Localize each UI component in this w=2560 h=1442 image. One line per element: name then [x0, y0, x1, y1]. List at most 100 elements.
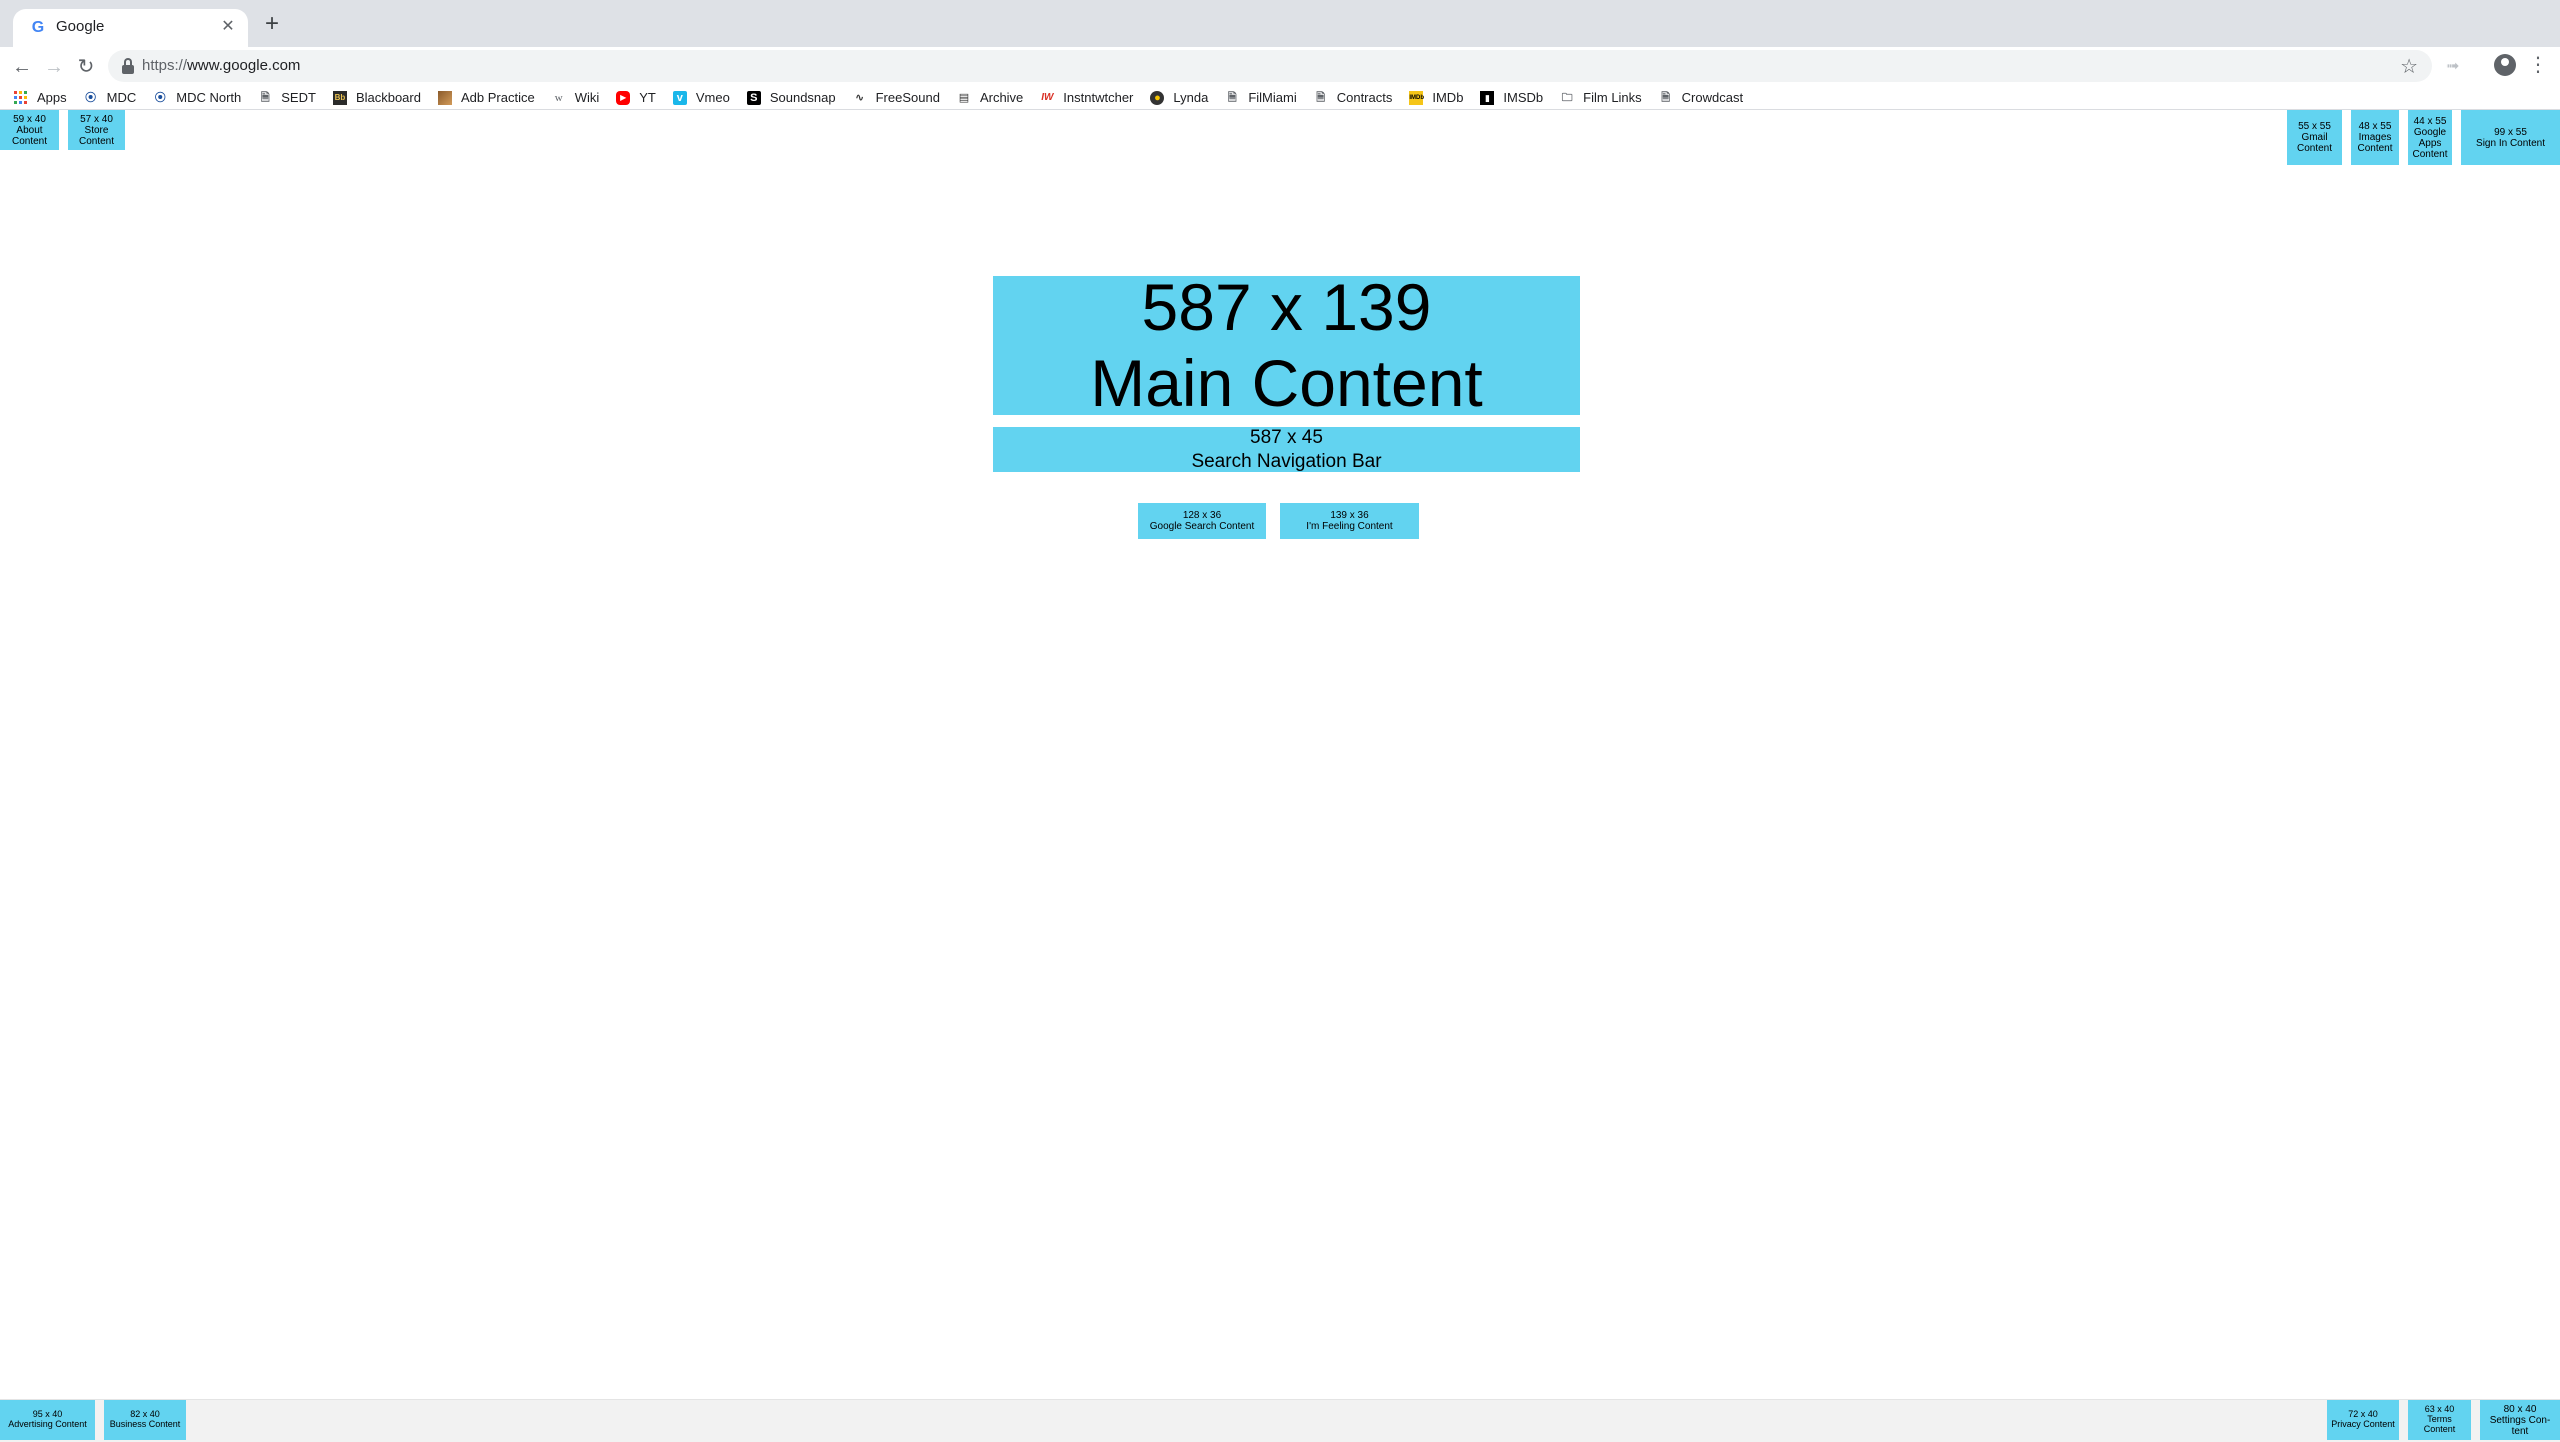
- search-bar-placeholder[interactable]: 587 x 45 Search Navigation Bar: [993, 427, 1580, 472]
- bookmark-label: FilMiami: [1248, 90, 1297, 105]
- placeholder-dims: 139 x 36: [1330, 510, 1369, 521]
- bookmark-label: Adb Practice: [460, 90, 535, 105]
- browser-tab[interactable]: G Google ✕: [13, 9, 248, 47]
- reload-icon[interactable]: ↻: [72, 53, 100, 81]
- mdc-icon: ⦿: [154, 91, 166, 104]
- mdc-icon: ⦿: [85, 91, 97, 104]
- imdb-icon: IMDb: [1409, 90, 1424, 105]
- back-arrow-icon[interactable]: ←: [8, 53, 36, 81]
- tab-title: Google: [56, 18, 105, 35]
- bookmark-lynda[interactable]: ● Lynda: [1150, 87, 1208, 109]
- page-icon: 🗎: [260, 91, 270, 104]
- bookmark-contracts[interactable]: 🗎 Contracts: [1314, 87, 1393, 109]
- placeholder-label: Privacy Content: [2331, 1419, 2395, 1429]
- placeholder-label: Main Content: [1090, 345, 1483, 416]
- address-bar[interactable]: https://www.google.com ☆: [108, 50, 2432, 82]
- placeholder-dims: 48 x 55: [2358, 121, 2392, 132]
- gmail-link-placeholder[interactable]: 55 x 55 Gmail Content: [2287, 110, 2342, 165]
- placeholder-label: Google: [2413, 126, 2447, 138]
- placeholder-label: Store: [84, 124, 109, 136]
- store-link-placeholder[interactable]: 57 x 40 Store Content: [68, 110, 125, 150]
- bookmark-label: MDC: [106, 90, 137, 105]
- placeholder-label: tent: [2511, 1425, 2529, 1437]
- bookmark-label: IMDb: [1432, 90, 1464, 105]
- placeholder-label: Advertising Content: [8, 1419, 87, 1429]
- bookmark-label: Lynda: [1173, 90, 1209, 105]
- bookmark-crowdcast[interactable]: 🗎 Crowdcast: [1659, 87, 1743, 109]
- placeholder-dims: 44 x 55: [2413, 115, 2447, 127]
- url-text[interactable]: https://www.google.com: [142, 57, 300, 74]
- blackboard-icon: Bb: [332, 90, 347, 105]
- bookmark-adb-practice[interactable]: Adb Practice: [437, 87, 535, 109]
- extension-icon[interactable]: ➟: [2446, 56, 2459, 76]
- bookmark-vmeo[interactable]: v Vmeo: [672, 87, 730, 109]
- soundsnap-icon: S: [746, 90, 761, 105]
- forward-arrow-icon[interactable]: →: [40, 53, 68, 81]
- placeholder-label: Content: [2296, 143, 2333, 154]
- bookmark-label: Soundsnap: [769, 90, 836, 105]
- bookmark-mdc-north[interactable]: ⦿ MDC North: [153, 87, 242, 109]
- bookmark-imdb[interactable]: IMDb IMDb: [1409, 87, 1463, 109]
- placeholder-dims: 587 x 45: [1250, 427, 1323, 448]
- bookmark-film-links[interactable]: 🗀 Film Links: [1560, 87, 1642, 109]
- more-menu-icon[interactable]: ⋮: [2528, 53, 2548, 77]
- bookmark-label: FreeSound: [875, 90, 940, 105]
- close-tab-icon[interactable]: ✕: [218, 17, 238, 37]
- about-link-placeholder[interactable]: 59 x 40 About Content: [0, 110, 59, 150]
- placeholder-dims: 80 x 40: [2503, 1403, 2537, 1415]
- bookmark-freesound[interactable]: ∿ FreeSound: [853, 87, 940, 109]
- bookmark-apps[interactable]: Apps: [14, 87, 67, 109]
- bookmarks-bar: Apps ⦿ MDC ⦿ MDC North 🗎 SEDT Bb Blackbo…: [0, 86, 2560, 110]
- profile-avatar-icon[interactable]: [2494, 54, 2516, 76]
- folder-icon: 🗀: [1561, 91, 1573, 104]
- advertising-link-placeholder[interactable]: 95 x 40 Advertising Content: [0, 1400, 95, 1440]
- bookmark-blackboard[interactable]: Bb Blackboard: [332, 87, 421, 109]
- waveform-icon: ∿: [855, 91, 865, 104]
- google-search-button-placeholder[interactable]: 128 x 36 Google Search Content: [1138, 503, 1266, 539]
- bookmark-label: Contracts: [1336, 90, 1393, 105]
- page-icon: 🗎: [1316, 91, 1326, 104]
- lock-icon[interactable]: [121, 58, 135, 74]
- youtube-icon: ▶: [616, 90, 631, 105]
- bookmark-filmiami[interactable]: 🗎 FilMiami: [1225, 87, 1297, 109]
- privacy-link-placeholder[interactable]: 72 x 40 Privacy Content: [2327, 1400, 2399, 1440]
- images-link-placeholder[interactable]: 48 x 55 Images Content: [2351, 110, 2399, 165]
- placeholder-label: Search Navigation Bar: [1191, 450, 1382, 472]
- placeholder-label: I'm Feeling Content: [1306, 521, 1393, 532]
- settings-link-placeholder[interactable]: 80 x 40 Settings Con- tent: [2480, 1400, 2560, 1440]
- feeling-lucky-button-placeholder[interactable]: 139 x 36 I'm Feeling Content: [1280, 503, 1419, 539]
- new-tab-button[interactable]: +: [258, 11, 286, 39]
- placeholder-dims: 59 x 40: [13, 113, 46, 125]
- wiki-icon: w: [554, 91, 563, 104]
- placeholder-label: About: [16, 124, 43, 136]
- main-logo-placeholder: 587 x 139 Main Content: [993, 276, 1580, 415]
- bookmark-imsdb[interactable]: ▮ IMSDb: [1480, 87, 1543, 109]
- placeholder-label: Apps: [2418, 137, 2442, 149]
- sign-in-placeholder[interactable]: 99 x 55 Sign In Content: [2461, 110, 2560, 165]
- bookmark-label: YT: [639, 90, 656, 105]
- business-link-placeholder[interactable]: 82 x 40 Business Content: [104, 1400, 186, 1440]
- terms-link-placeholder[interactable]: 63 x 40 Terms Content: [2408, 1400, 2471, 1440]
- placeholder-dims: 57 x 40: [80, 113, 113, 125]
- bookmark-yt[interactable]: ▶ YT: [616, 87, 656, 109]
- bookmark-sedt[interactable]: 🗎 SEDT: [258, 87, 316, 109]
- bookmark-soundsnap[interactable]: S Soundsnap: [746, 87, 836, 109]
- bookmark-star-icon[interactable]: ☆: [2400, 54, 2418, 79]
- google-favicon-icon: G: [31, 19, 45, 36]
- bookmark-label: Wiki: [574, 90, 600, 105]
- apps-grid-icon: [14, 90, 28, 105]
- placeholder-label: Sign In Content: [2476, 137, 2545, 149]
- bookmark-mdc[interactable]: ⦿ MDC: [84, 87, 137, 109]
- bookmark-label: Vmeo: [695, 90, 730, 105]
- bookmark-archive[interactable]: ▤ Archive: [957, 87, 1024, 109]
- page-icon: 🗎: [1227, 91, 1237, 104]
- google-apps-placeholder[interactable]: 44 x 55 Google Apps Content: [2408, 110, 2452, 165]
- placeholder-dims: 99 x 55: [2494, 126, 2527, 138]
- page-icon: 🗎: [1661, 91, 1671, 104]
- adb-icon: [437, 90, 452, 105]
- placeholder-dims: 587 x 139: [1141, 276, 1432, 344]
- bookmark-label: MDC North: [176, 90, 242, 105]
- url-host: www.google.com: [187, 57, 301, 74]
- bookmark-wiki[interactable]: w Wiki: [552, 87, 600, 109]
- bookmark-instntwtcher[interactable]: IW Instntwtcher: [1040, 87, 1133, 109]
